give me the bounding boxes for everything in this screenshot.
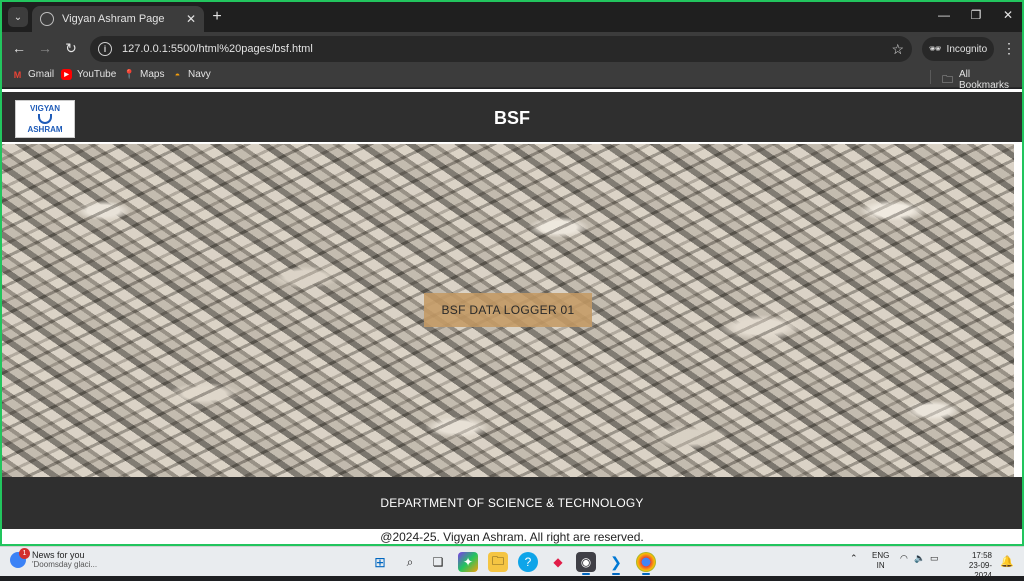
incognito-badge[interactable]: 🕶 Incognito [922,37,994,61]
news-widget[interactable]: 1 News for you 'Doomsday glaci... [10,547,98,569]
copyright-text: @2024-25. Vigyan Ashram. All right are r… [380,530,644,544]
tab-title: Vigyan Ashram Page [62,13,165,25]
maps-icon: 📍 [123,69,136,79]
restore-icon[interactable]: ❐ [966,8,986,22]
globe-icon [40,12,54,26]
folder-icon: 🗀 [942,73,953,86]
gmail-icon: M [13,69,22,80]
reload-icon[interactable]: ↻ [62,40,80,57]
chrome-icon[interactable] [636,552,656,572]
bookmarks-divider [930,70,931,84]
browser-toolbar: ← → ↻ i 127.0.0.1:5500/html%20pages/bsf.… [2,32,1022,66]
help-icon[interactable]: ? [518,552,538,572]
language-indicator[interactable]: ENG IN [872,551,889,571]
region-code: IN [876,561,885,570]
obs-icon[interactable]: ◉ [576,552,596,572]
news-subtitle: 'Doomsday glaci... [32,560,98,569]
news-title: News for you [32,550,85,560]
bookmark-label: Navy [188,69,211,80]
bookmarks-bar: M Gmail ▶ YouTube 📍 Maps ◓ Navy 🗀 All Bo… [2,66,1022,91]
bookmark-gmail[interactable]: M Gmail [12,69,54,80]
page-title: BSF [494,108,530,128]
navy-icon: ◓ [174,69,181,80]
notification-bell-icon[interactable]: 🔔 [1000,555,1014,568]
active-indicator [612,573,620,575]
bookmark-maps[interactable]: 📍 Maps [123,69,165,80]
weather-news-icon: 1 [10,547,30,568]
clock-date: 23-09-2024 [968,561,992,580]
close-tab-icon[interactable]: ✕ [186,12,196,26]
menu-kebab-icon[interactable]: ⋮ [1002,40,1016,57]
clock-time: 17:58 [971,551,992,560]
hero-image-larvae: BSF DATA LOGGER 01 [2,144,1014,477]
page-viewport: VIGYAN ASHRAM BSF BSF DATA LOGGER 01 DEP… [2,89,1022,544]
forward-arrow-icon[interactable]: → [36,40,54,56]
bookmark-label: YouTube [77,69,117,80]
news-badge: 1 [19,547,30,559]
site-info-icon[interactable]: i [98,42,112,56]
back-arrow-icon[interactable]: ← [10,40,28,56]
bookmark-label: Gmail [28,69,55,80]
windows-start-icon[interactable]: ⊞ [370,552,390,572]
wifi-icon[interactable]: ◠ [900,553,908,564]
url-text[interactable]: 127.0.0.1:5500/html%20pages/bsf.html [122,43,891,55]
browser-window: ⌄ Vigyan Ashram Page ✕ + — ❐ ✕ ← → ↻ i 1… [0,0,1024,546]
footer-department: DEPARTMENT OF SCIENCE & TECHNOLOGY [380,496,644,510]
scrollbar-track[interactable] [1014,144,1022,477]
bookmark-youtube[interactable]: ▶ YouTube [61,69,116,80]
new-tab-button[interactable]: + [208,8,226,26]
lang-code: ENG [872,551,890,560]
minimize-icon[interactable]: — [934,8,954,22]
app-diamond-icon[interactable]: ◆ [548,552,568,572]
file-explorer-icon[interactable]: 🗀 [488,552,508,572]
address-bar[interactable]: i 127.0.0.1:5500/html%20pages/bsf.html ☆ [90,36,912,62]
all-bookmarks-label: All Bookmarks [959,69,1010,91]
incognito-label: Incognito [946,43,988,55]
all-bookmarks-button[interactable]: 🗀 All Bookmarks [942,69,1022,91]
tab-active[interactable]: Vigyan Ashram Page ✕ [32,6,204,32]
active-indicator [642,573,650,575]
close-window-icon[interactable]: ✕ [998,8,1018,22]
bookmark-label: Maps [140,69,165,80]
site-footer: DEPARTMENT OF SCIENCE & TECHNOLOGY [2,477,1022,529]
copilot-icon[interactable]: ✦ [458,552,478,572]
active-indicator [582,573,590,575]
vscode-icon[interactable]: ❯ [606,552,626,572]
windows-taskbar: 1 News for you 'Doomsday glaci... ⊞ ⌕ ❏ … [0,546,1024,580]
bookmark-navy[interactable]: ◓ Navy [172,69,211,80]
volume-icon[interactable]: 🔈 [914,553,925,564]
incognito-icon: 🕶 [928,43,942,55]
battery-icon[interactable]: ▭ [930,553,939,564]
tab-strip: ⌄ Vigyan Ashram Page ✕ + — ❐ ✕ [2,2,1022,32]
chevron-up-icon[interactable]: ⌃ [850,553,858,564]
site-header: VIGYAN ASHRAM BSF [2,92,1022,142]
system-clock[interactable]: 17:58 23-09-2024 [952,551,992,581]
search-icon[interactable]: ⌕ [400,552,420,572]
task-view-icon[interactable]: ❏ [428,552,448,572]
tab-search-icon[interactable]: ⌄ [8,7,28,27]
bookmark-star-icon[interactable]: ☆ [891,41,904,58]
youtube-icon: ▶ [61,69,72,80]
bsf-data-logger-button[interactable]: BSF DATA LOGGER 01 [424,293,592,327]
